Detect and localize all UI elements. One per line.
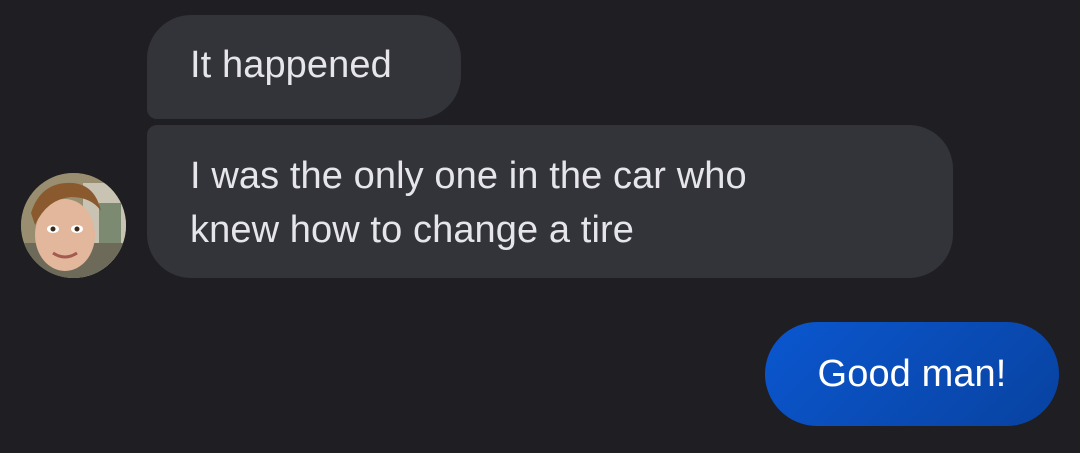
contact-avatar[interactable] <box>21 173 126 278</box>
message-text-line: knew how to change a tire <box>190 209 634 251</box>
incoming-message-bubble[interactable]: It happened <box>147 15 461 119</box>
outgoing-message-bubble[interactable]: Good man! <box>765 322 1059 426</box>
incoming-message-bubble[interactable]: I was the only one in the car who knew h… <box>147 125 953 278</box>
message-text: It happened <box>190 44 392 86</box>
message-text: Good man! <box>817 353 1007 395</box>
chat-thread: It happened I was the only one in the ca… <box>0 0 1080 453</box>
message-text-line: I was the only one in the car who <box>190 155 747 197</box>
avatar-photo-icon <box>21 173 126 278</box>
